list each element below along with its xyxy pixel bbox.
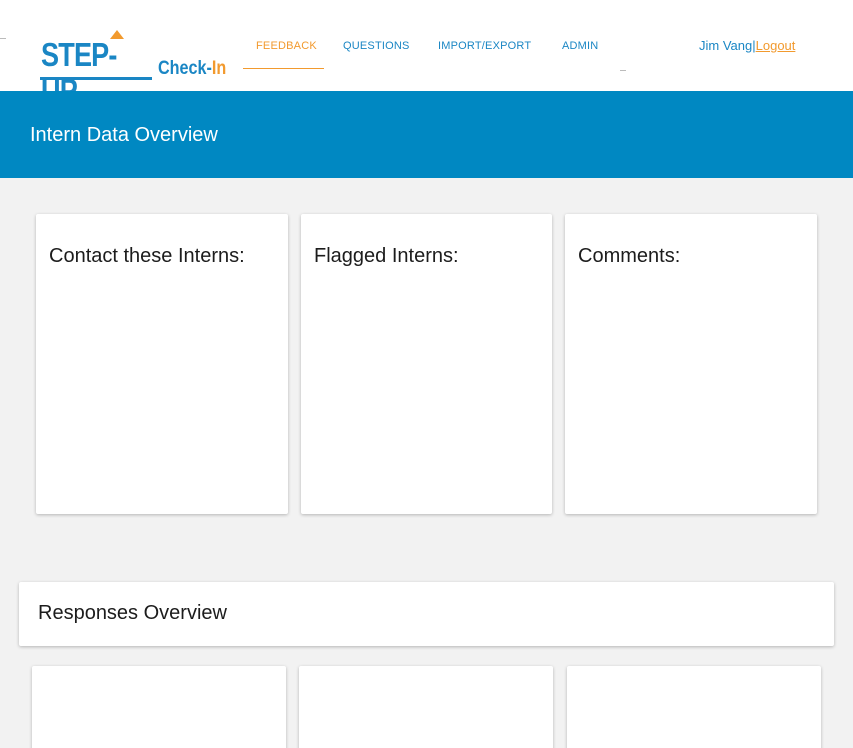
contact-interns-card: Contact these Interns: [36, 214, 288, 514]
nav-item-questions[interactable]: QUESTIONS [343, 34, 410, 58]
nav-item-feedback[interactable]: FEEDBACK [256, 34, 317, 58]
logo-underline [40, 77, 152, 80]
section-title: Responses Overview [38, 602, 227, 624]
active-tab-indicator [243, 68, 324, 69]
page-title: Intern Data Overview [30, 124, 218, 146]
divider [0, 38, 6, 39]
card-title: Flagged Interns: [314, 245, 459, 267]
user-menu: Jim Vang|Logout [699, 38, 795, 53]
comments-card: Comments: [565, 214, 817, 514]
main-content: Contact these Interns: Flagged Interns: … [0, 178, 853, 748]
flagged-interns-card: Flagged Interns: [301, 214, 552, 514]
app-root: STEP-UP Check-In FEEDBACK QUESTIONS IMPO… [0, 0, 853, 748]
user-name: Jim Vang [699, 38, 753, 53]
product-name-prefix: Check- [158, 58, 212, 79]
page-header: Intern Data Overview [0, 91, 853, 178]
step-up-logo: STEP-UP [30, 30, 152, 109]
logout-link[interactable]: Logout [756, 38, 796, 53]
card-title: Contact these Interns: [49, 245, 245, 267]
responses-overview-header: Responses Overview [19, 582, 834, 646]
nav-item-import-export[interactable]: IMPORT/EXPORT [438, 34, 531, 58]
product-name-suffix: In [211, 58, 227, 79]
brand-logo[interactable]: STEP-UP Check-In [20, 30, 230, 109]
card-title: Comments: [578, 245, 681, 267]
nav-item-admin[interactable]: ADMIN [562, 34, 598, 58]
response-card [567, 666, 821, 748]
product-name: Check-In [158, 58, 226, 80]
divider [620, 70, 626, 71]
top-navbar: STEP-UP Check-In FEEDBACK QUESTIONS IMPO… [0, 0, 853, 109]
response-card [32, 666, 286, 748]
response-card [299, 666, 553, 748]
